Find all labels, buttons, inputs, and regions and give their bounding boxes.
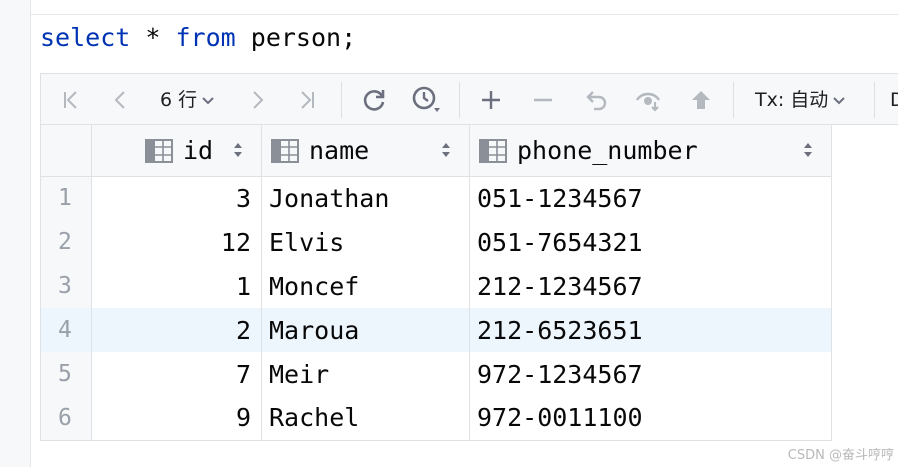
- row-number: 1: [40, 176, 92, 220]
- submit-icon[interactable]: [685, 84, 717, 116]
- first-page-icon[interactable]: [55, 84, 87, 116]
- toolbar-separator: [733, 82, 734, 118]
- sort-icon[interactable]: [232, 141, 244, 159]
- row-count-dropdown[interactable]: 6 行: [160, 84, 215, 116]
- cell-id[interactable]: 12: [91, 220, 262, 264]
- table-row[interactable]: 1 3 Jonathan 051-1234567: [40, 176, 832, 220]
- cell-phone-number[interactable]: 212-6523651: [469, 308, 832, 352]
- transaction-mode-dropdown[interactable]: Tx: 自动: [755, 84, 846, 116]
- cell-id[interactable]: 1: [91, 264, 262, 308]
- watermark: CSDN @奋斗哼哼: [787, 448, 894, 463]
- revert-icon[interactable]: [581, 84, 613, 116]
- results-toolbar: 6 行 Tx: 自动 D: [40, 73, 898, 125]
- cell-name[interactable]: Jonathan: [261, 176, 470, 220]
- cell-name[interactable]: Moncef: [261, 264, 470, 308]
- chevron-down-icon: [833, 96, 846, 104]
- results-grid: id name phone_number 1 3 Jonathan 051-12…: [40, 125, 832, 441]
- table-row[interactable]: 6 9 Rachel 972-0011100: [40, 396, 832, 441]
- grid-header-row: id name phone_number: [40, 125, 832, 177]
- cell-phone-number[interactable]: 972-1234567: [469, 352, 832, 396]
- cell-phone-number[interactable]: 972-0011100: [469, 396, 832, 441]
- reload-icon[interactable]: [357, 84, 391, 116]
- row-number: 2: [40, 220, 92, 264]
- truncated-toolbar-item[interactable]: D: [890, 84, 898, 116]
- row-number: 4: [40, 308, 92, 352]
- column-header-phone-number[interactable]: phone_number: [469, 125, 832, 177]
- cell-name[interactable]: Maroua: [261, 308, 470, 352]
- cell-id[interactable]: 9: [91, 396, 262, 441]
- divider: [30, 14, 898, 15]
- tx-mode-label: Tx: 自动: [755, 89, 829, 111]
- sql-editor[interactable]: select * from person;: [40, 22, 356, 54]
- cell-phone-number[interactable]: 051-7654321: [469, 220, 832, 264]
- add-row-icon[interactable]: [475, 84, 507, 116]
- delete-row-icon[interactable]: [527, 84, 559, 116]
- last-page-icon[interactable]: [291, 84, 323, 116]
- editor-gutter: [0, 0, 31, 467]
- view-icon[interactable]: [633, 84, 667, 116]
- sort-icon[interactable]: [802, 141, 814, 159]
- row-number: 6: [40, 396, 92, 441]
- column-header-name[interactable]: name: [261, 125, 470, 177]
- toolbar-separator: [341, 82, 342, 118]
- cell-name[interactable]: Meir: [261, 352, 470, 396]
- sql-table-name: person;: [250, 23, 357, 52]
- table-row-selected[interactable]: 4 2 Maroua 212-6523651: [40, 308, 832, 352]
- cell-phone-number[interactable]: 212-1234567: [469, 264, 832, 308]
- cell-name[interactable]: Rachel: [261, 396, 470, 441]
- toolbar-separator: [459, 82, 460, 118]
- row-number: 5: [40, 352, 92, 396]
- sql-keyword-from: from: [175, 23, 236, 52]
- column-header-id[interactable]: id: [91, 125, 262, 177]
- cell-name[interactable]: Elvis: [261, 220, 470, 264]
- column-header-label: id: [183, 136, 214, 165]
- sql-star: *: [145, 23, 161, 52]
- cell-id[interactable]: 7: [91, 352, 262, 396]
- column-icon: [479, 139, 507, 163]
- chevron-down-icon: [202, 96, 214, 104]
- table-row[interactable]: 2 12 Elvis 051-7654321: [40, 220, 832, 264]
- cell-phone-number[interactable]: 051-1234567: [469, 176, 832, 220]
- previous-page-icon[interactable]: [105, 84, 137, 116]
- cell-id[interactable]: 2: [91, 308, 262, 352]
- toolbar-separator: [874, 82, 875, 118]
- history-icon[interactable]: [407, 84, 445, 116]
- column-icon: [271, 139, 299, 163]
- sql-keyword-select: select: [40, 23, 131, 52]
- column-icon: [145, 139, 173, 163]
- grid-corner: [40, 125, 92, 177]
- next-page-icon[interactable]: [241, 84, 273, 116]
- column-header-label: name: [309, 136, 370, 165]
- table-row[interactable]: 3 1 Moncef 212-1234567: [40, 264, 832, 308]
- sort-icon[interactable]: [440, 141, 452, 159]
- column-header-label: phone_number: [517, 136, 698, 165]
- table-row[interactable]: 5 7 Meir 972-1234567: [40, 352, 832, 396]
- row-number: 3: [40, 264, 92, 308]
- row-count-label: 6 行: [160, 89, 198, 111]
- cell-id[interactable]: 3: [91, 176, 262, 220]
